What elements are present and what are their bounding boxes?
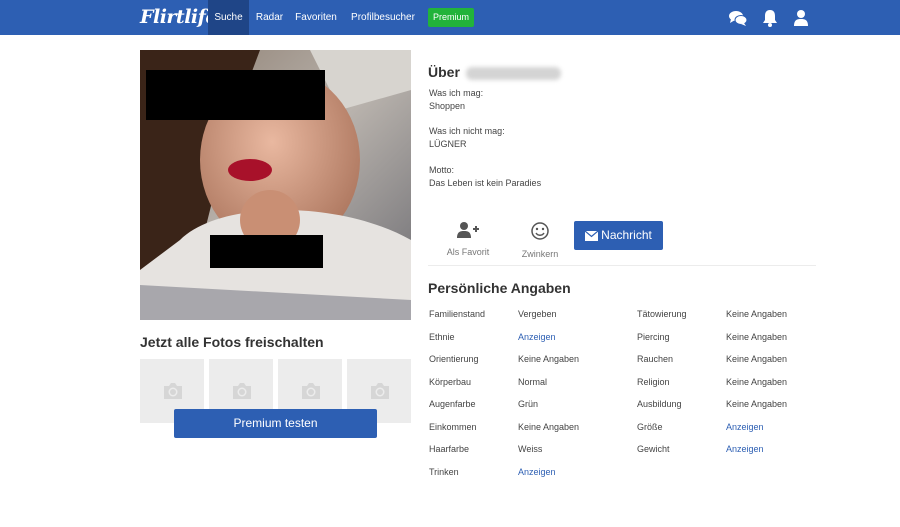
user-icon[interactable] bbox=[791, 8, 811, 28]
detail-value: Weiss bbox=[518, 444, 543, 454]
divider bbox=[428, 265, 816, 266]
detail-label: Tätowierung bbox=[637, 309, 687, 319]
detail-show-link[interactable]: Anzeigen bbox=[518, 332, 556, 342]
detail-value: Keine Angaben bbox=[726, 399, 788, 409]
detail-label: Körperbau bbox=[429, 377, 472, 387]
detail-label: Ethnie bbox=[429, 332, 455, 342]
nav-item-favoriten[interactable]: Favoriten bbox=[292, 0, 340, 35]
detail-label: Religion bbox=[637, 377, 670, 387]
detail-label: Größe bbox=[637, 422, 663, 432]
likes-label: Was ich mag: bbox=[429, 88, 484, 98]
motto-label: Motto: bbox=[429, 165, 455, 175]
personal-details-title: Persönliche Angaben bbox=[428, 280, 571, 296]
add-user-icon bbox=[457, 222, 479, 238]
top-navbar: Flirtlife Suche Radar Favoriten Profilbe… bbox=[0, 0, 900, 35]
detail-show-link[interactable]: Anzeigen bbox=[726, 444, 764, 454]
envelope-icon bbox=[584, 230, 599, 241]
detail-value: Normal bbox=[518, 377, 548, 387]
detail-value: Keine Angaben bbox=[726, 309, 788, 319]
detail-label: Einkommen bbox=[429, 422, 477, 432]
detail-label: Haarfarbe bbox=[429, 444, 470, 454]
detail-value: Keine Angaben bbox=[518, 422, 580, 432]
detail-value: Keine Angaben bbox=[726, 377, 788, 387]
dislikes-label: Was ich nicht mag: bbox=[429, 126, 505, 136]
logo[interactable]: Flirtlife bbox=[140, 4, 217, 31]
camera-icon bbox=[233, 383, 251, 399]
camera-icon bbox=[164, 383, 182, 399]
message-label: Nachricht bbox=[601, 228, 652, 242]
message-button[interactable]: Nachricht bbox=[574, 221, 663, 250]
nav-item-profilbesucher[interactable]: Profilbesucher bbox=[347, 0, 419, 35]
camera-icon bbox=[302, 383, 320, 399]
chat-icon[interactable] bbox=[728, 8, 748, 28]
dislikes-value: LÜGNER bbox=[429, 139, 467, 149]
premium-nav-button[interactable]: Premium bbox=[428, 8, 474, 27]
detail-label: Familienstand bbox=[429, 309, 486, 319]
detail-label: Ausbildung bbox=[637, 399, 682, 409]
nav-item-suche[interactable]: Suche bbox=[208, 0, 249, 35]
detail-label: Piercing bbox=[637, 332, 670, 342]
likes-value: Shoppen bbox=[429, 101, 466, 111]
detail-label: Rauchen bbox=[637, 354, 674, 364]
detail-value: Grün bbox=[518, 399, 539, 409]
unlock-photos-title: Jetzt alle Fotos freischalten bbox=[140, 334, 324, 350]
blurred-username bbox=[466, 67, 561, 80]
favorite-label: Als Favorit bbox=[446, 247, 490, 257]
profile-photo[interactable] bbox=[140, 50, 411, 320]
detail-label: Augenfarbe bbox=[429, 399, 476, 409]
nav-item-radar[interactable]: Radar bbox=[251, 0, 288, 35]
camera-icon bbox=[371, 383, 389, 399]
wink-label: Zwinkern bbox=[521, 249, 559, 259]
detail-label: Orientierung bbox=[429, 354, 479, 364]
about-title: Über bbox=[428, 64, 460, 80]
detail-label: Trinken bbox=[429, 467, 459, 477]
detail-value: Keine Angaben bbox=[726, 354, 788, 364]
smile-icon bbox=[531, 222, 549, 240]
detail-value: Keine Angaben bbox=[726, 332, 788, 342]
detail-show-link[interactable]: Anzeigen bbox=[518, 467, 556, 477]
detail-value: Vergeben bbox=[518, 309, 557, 319]
favorite-action[interactable]: Als Favorit bbox=[440, 221, 496, 257]
premium-test-button[interactable]: Premium testen bbox=[174, 409, 377, 438]
wink-action[interactable]: Zwinkern bbox=[512, 221, 568, 259]
bell-icon[interactable] bbox=[760, 8, 780, 28]
logo-text[interactable]: Flirtlife bbox=[140, 6, 217, 28]
detail-label: Gewicht bbox=[637, 444, 670, 454]
detail-value: Keine Angaben bbox=[518, 354, 580, 364]
detail-show-link[interactable]: Anzeigen bbox=[726, 422, 764, 432]
motto-value: Das Leben ist kein Paradies bbox=[429, 178, 542, 188]
